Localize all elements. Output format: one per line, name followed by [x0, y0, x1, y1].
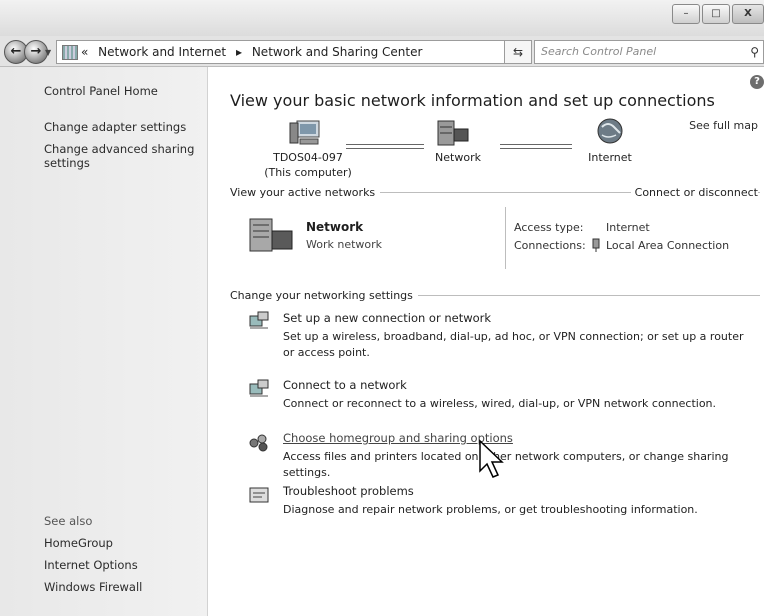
active-networks-header: View your active networks: [230, 186, 381, 199]
homegroup-icon[interactable]: [248, 433, 270, 453]
main-content: ? View your basic network information an…: [208, 67, 764, 616]
task-troubleshoot[interactable]: Troubleshoot problems: [283, 484, 414, 498]
sidebar: Control Panel Home Change adapter settin…: [0, 67, 208, 616]
sidebar-item-homegroup[interactable]: HomeGroup: [44, 536, 113, 550]
page-title: View your basic network information and …: [230, 91, 715, 110]
maximize-button[interactable]: □: [702, 4, 730, 24]
sidebar-item-control-panel-home[interactable]: Control Panel Home: [44, 84, 158, 98]
work-network-link[interactable]: Work network: [306, 238, 382, 251]
map-computer-name: TDOS04-097: [273, 151, 343, 164]
access-type-label: Access type:: [514, 221, 584, 234]
local-area-connection-link[interactable]: Local Area Connection: [606, 239, 729, 252]
sidebar-item-windows-firewall[interactable]: Windows Firewall: [44, 580, 142, 594]
connections-label: Connections:: [514, 239, 586, 252]
connection-line: [346, 144, 424, 149]
search-box[interactable]: Search Control Panel ⚲: [534, 40, 764, 64]
network-icon[interactable]: [246, 215, 296, 257]
address-bar[interactable]: « Network and Internet ▸ Network and Sha…: [56, 40, 528, 64]
breadcrumb-separator-icon[interactable]: ▸: [236, 45, 242, 59]
internet-globe-icon[interactable]: [594, 115, 626, 147]
sidebar-item-change-advanced-sharing-cont[interactable]: settings: [44, 156, 90, 170]
breadcrumb-network-sharing-center[interactable]: Network and Sharing Center: [252, 45, 423, 59]
help-icon[interactable]: ?: [750, 75, 764, 89]
task-troubleshoot-description: Diagnose and repair network problems, or…: [283, 503, 698, 516]
sidebar-item-change-adapter-settings[interactable]: Change adapter settings: [44, 120, 186, 134]
mouse-cursor-icon: [479, 439, 504, 478]
network-icon[interactable]: [434, 117, 474, 149]
divider: [505, 207, 506, 269]
troubleshoot-icon[interactable]: [248, 485, 270, 505]
active-network-name: Network: [306, 220, 364, 234]
control-panel-icon: [62, 45, 78, 60]
breadcrumb-overflow[interactable]: «: [81, 45, 88, 59]
task-setup-description: Set up a wireless, broadband, dial-up, a…: [283, 330, 744, 359]
map-network-label: Network: [435, 151, 481, 164]
computer-icon[interactable]: [288, 117, 324, 149]
task-setup-new-connection[interactable]: Set up a new connection or network: [283, 311, 491, 325]
see-also-heading: See also: [44, 514, 93, 528]
task-connect-description: Connect or reconnect to a wireless, wire…: [283, 397, 717, 410]
sidebar-item-internet-options[interactable]: Internet Options: [44, 558, 138, 572]
navigation-bar: ← → ▼ « Network and Internet ▸ Network a…: [0, 36, 764, 67]
map-internet-label: Internet: [588, 151, 632, 164]
sidebar-item-change-advanced-sharing[interactable]: Change advanced sharing: [44, 142, 194, 156]
network-plug-icon: [592, 238, 600, 252]
connect-network-icon[interactable]: [248, 378, 270, 398]
title-bar: – □ X: [0, 0, 764, 36]
connection-line: [500, 144, 572, 149]
access-type-value: Internet: [606, 221, 650, 234]
task-homegroup-description: Access files and printers located on oth…: [283, 450, 729, 479]
breadcrumb-network-and-internet[interactable]: Network and Internet: [98, 45, 226, 59]
connect-or-disconnect-link[interactable]: Connect or disconnect: [630, 186, 758, 199]
task-connect-to-network[interactable]: Connect to a network: [283, 378, 407, 392]
see-full-map-link[interactable]: See full map: [689, 119, 758, 132]
control-panel-window: – □ X ← → ▼ « Network and Internet ▸ Net…: [0, 0, 764, 616]
map-computer-sub: (This computer): [264, 166, 352, 179]
breadcrumb: « Network and Internet ▸ Network and Sha…: [81, 41, 428, 63]
new-connection-icon[interactable]: [248, 310, 270, 330]
window-controls: – □ X: [670, 4, 764, 24]
minimize-button[interactable]: –: [672, 4, 700, 24]
refresh-icon[interactable]: ⇆: [504, 40, 532, 64]
search-icon[interactable]: ⚲: [750, 41, 759, 63]
recent-pages-dropdown-icon[interactable]: ▼: [45, 48, 51, 57]
search-input[interactable]: Search Control Panel: [541, 41, 656, 63]
change-settings-header: Change your networking settings: [230, 289, 418, 302]
close-button[interactable]: X: [732, 4, 764, 24]
